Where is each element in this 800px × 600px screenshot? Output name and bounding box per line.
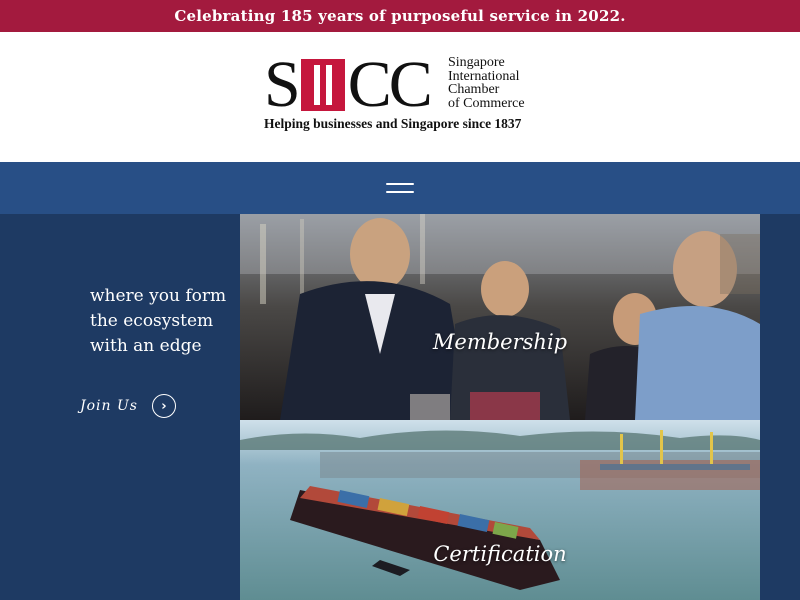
right-gutter	[760, 214, 800, 600]
chevron-right-icon[interactable]: ›	[151, 394, 176, 418]
logo-name-line: Chamber	[448, 82, 500, 97]
certification-tile[interactable]: Certification	[240, 420, 760, 600]
sicc-logo[interactable]: S CC Singapore International Chamber of …	[264, 48, 544, 136]
membership-photo	[240, 214, 760, 420]
logo-organisation-name: Singapore International Chamber of Comme…	[448, 56, 525, 110]
hero-tagline: where you form the ecosystem with an edg…	[90, 286, 227, 356]
logo-name-line: Singapore	[448, 55, 505, 70]
logo-name-line: of Commerce	[448, 95, 525, 111]
membership-label: Membership	[432, 330, 568, 354]
site-header: S CC Singapore International Chamber of …	[0, 32, 800, 162]
logo-mark-s: S	[264, 48, 301, 121]
membership-tile[interactable]: Membership	[240, 214, 760, 420]
hamburger-icon[interactable]	[386, 180, 414, 196]
logo-mark-cc: CC	[347, 48, 433, 121]
announcement-banner: Celebrating 185 years of purposeful serv…	[0, 0, 800, 32]
join-us-label: Join Us	[80, 398, 138, 414]
certification-photo	[240, 420, 760, 600]
hamburger-bar	[386, 183, 414, 185]
logo-name-line: International	[448, 68, 520, 84]
main-nav-bar	[0, 162, 800, 214]
logo-tagline: Helping businesses and Singapore since 1…	[264, 116, 522, 131]
certification-label: Certification	[433, 542, 567, 566]
logo-mark-pillars	[300, 59, 345, 111]
hamburger-bar	[386, 191, 414, 193]
join-us-link[interactable]: Join Us ›	[80, 394, 176, 418]
logo-mark: S CC	[264, 48, 433, 121]
hero-section: where you form the ecosystem with an edg…	[0, 214, 800, 600]
banner-text: Celebrating 185 years of purposeful serv…	[174, 7, 626, 25]
